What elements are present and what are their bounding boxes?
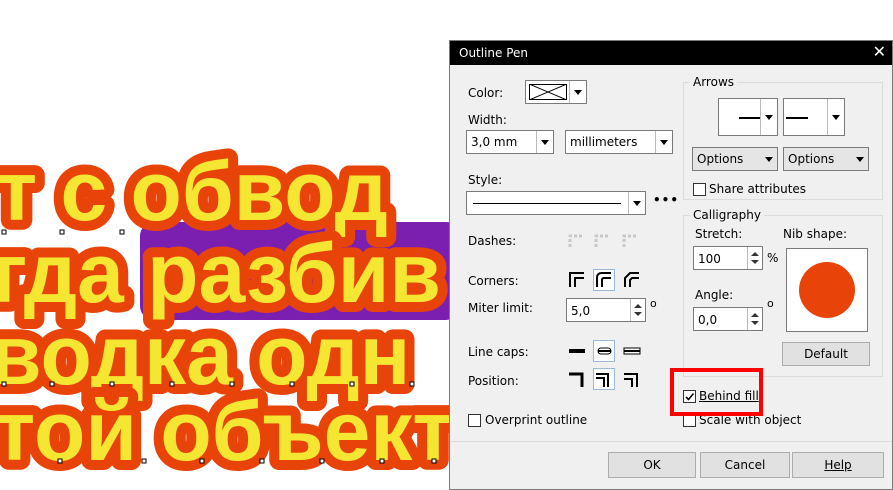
position-center-icon xyxy=(596,373,609,387)
stretch-value: 100 xyxy=(698,252,721,266)
stretch-input[interactable]: 100 xyxy=(693,246,763,270)
width-value: 3,0 mm xyxy=(471,135,518,149)
overprint-label: Overprint outline xyxy=(485,413,588,427)
outline-pen-dialog: Outline Pen ✕ Color: Width: 3,0 mm milli… xyxy=(449,40,893,490)
ok-button[interactable]: OK xyxy=(608,452,696,478)
dashes-label: Dashes: xyxy=(468,234,517,248)
miter-limit-value: 5,0 xyxy=(571,304,591,318)
nib-circle-icon xyxy=(799,262,855,318)
overprint-checkbox[interactable] xyxy=(468,414,481,427)
width-input[interactable]: 3,0 mm xyxy=(466,130,554,154)
end-arrow-preview xyxy=(786,117,808,119)
width-label: Width: xyxy=(468,113,507,127)
angle-unit: o xyxy=(767,297,774,310)
angle-input[interactable]: 0,0 xyxy=(693,307,763,331)
position-outside-button[interactable] xyxy=(566,368,588,390)
chevron-down-icon xyxy=(569,81,586,103)
start-arrow-select[interactable] xyxy=(718,98,778,136)
nib-shape-preview[interactable] xyxy=(786,248,868,332)
no-color-icon xyxy=(529,84,567,100)
corner-round-button[interactable] xyxy=(593,269,615,291)
position-center-button[interactable] xyxy=(593,368,615,390)
cancel-button[interactable]: Cancel xyxy=(700,452,790,478)
cap-square-button[interactable] xyxy=(621,340,643,362)
end-arrow-select[interactable] xyxy=(783,98,845,136)
corner-miter-button[interactable] xyxy=(566,269,588,291)
angle-value: 0,0 xyxy=(698,313,718,327)
canvas-line-2: гда разбив xyxy=(0,226,441,320)
position-outside-icon xyxy=(569,372,584,387)
spinner-icon[interactable] xyxy=(630,299,645,321)
dialog-titlebar: Outline Pen ✕ xyxy=(450,41,892,65)
start-arrow-options[interactable]: Options xyxy=(692,147,778,171)
chevron-down-icon xyxy=(536,131,553,153)
miter-limit-input[interactable]: 5,0 xyxy=(566,298,646,322)
line-style-preview xyxy=(473,203,621,204)
style-select[interactable] xyxy=(466,191,646,215)
behind-fill-highlight xyxy=(670,368,763,416)
footer-divider xyxy=(450,441,892,442)
options-right-label: Options xyxy=(788,152,835,166)
miter-unit: o xyxy=(650,297,657,310)
units-value: millimeters xyxy=(570,135,638,149)
canvas-line-1: т с обвод xyxy=(0,144,388,238)
stretch-label: Stretch: xyxy=(695,227,743,241)
calligraphy-group-title: Calligraphy xyxy=(690,208,764,222)
color-label: Color: xyxy=(468,86,504,100)
chevron-down-icon xyxy=(827,99,844,135)
stretch-unit: % xyxy=(767,251,779,265)
corner-round-icon xyxy=(596,272,611,287)
options-left-label: Options xyxy=(697,152,744,166)
help-button[interactable]: Help xyxy=(792,452,884,478)
position-label: Position: xyxy=(468,374,519,388)
style-label: Style: xyxy=(468,173,503,187)
cap-square-icon xyxy=(623,347,641,355)
start-arrow-preview xyxy=(739,117,761,119)
corner-bevel-button[interactable] xyxy=(621,269,643,291)
end-arrow-options[interactable]: Options xyxy=(783,147,869,171)
corner-bevel-icon xyxy=(624,272,639,287)
chevron-down-icon xyxy=(628,192,645,214)
arrows-group-title: Arrows xyxy=(690,75,738,89)
color-picker[interactable] xyxy=(525,80,587,104)
angle-label: Angle: xyxy=(695,288,734,302)
corner-miter-icon xyxy=(569,272,584,287)
default-button[interactable]: Default xyxy=(782,342,870,366)
chevron-down-icon xyxy=(760,99,777,135)
dialog-title: Outline Pen xyxy=(459,46,529,60)
position-inside-button[interactable] xyxy=(621,368,643,390)
spinner-icon[interactable] xyxy=(747,308,762,330)
position-inside-icon xyxy=(624,373,638,387)
cap-butt-button[interactable] xyxy=(566,340,588,362)
line-caps-label: Line caps: xyxy=(468,345,529,359)
cap-round-button[interactable] xyxy=(593,340,615,362)
share-attributes-checkbox[interactable] xyxy=(693,183,706,196)
corners-label: Corners: xyxy=(468,274,519,288)
share-attributes-label: Share attributes xyxy=(709,182,807,196)
edit-style-button[interactable]: ••• xyxy=(653,193,679,207)
spinner-icon[interactable] xyxy=(747,247,762,269)
canvas-line-4: той объект xyxy=(0,384,454,478)
chevron-down-icon xyxy=(852,148,868,170)
units-select[interactable]: millimeters xyxy=(565,130,673,154)
cap-butt-icon xyxy=(569,349,585,353)
dashes-icons xyxy=(568,234,638,247)
close-icon[interactable]: ✕ xyxy=(873,42,886,61)
cap-round-icon xyxy=(597,347,612,355)
chevron-down-icon xyxy=(761,148,777,170)
chevron-down-icon xyxy=(655,131,672,153)
nib-shape-label: Nib shape: xyxy=(783,227,847,241)
miter-limit-label: Miter limit: xyxy=(468,301,533,315)
